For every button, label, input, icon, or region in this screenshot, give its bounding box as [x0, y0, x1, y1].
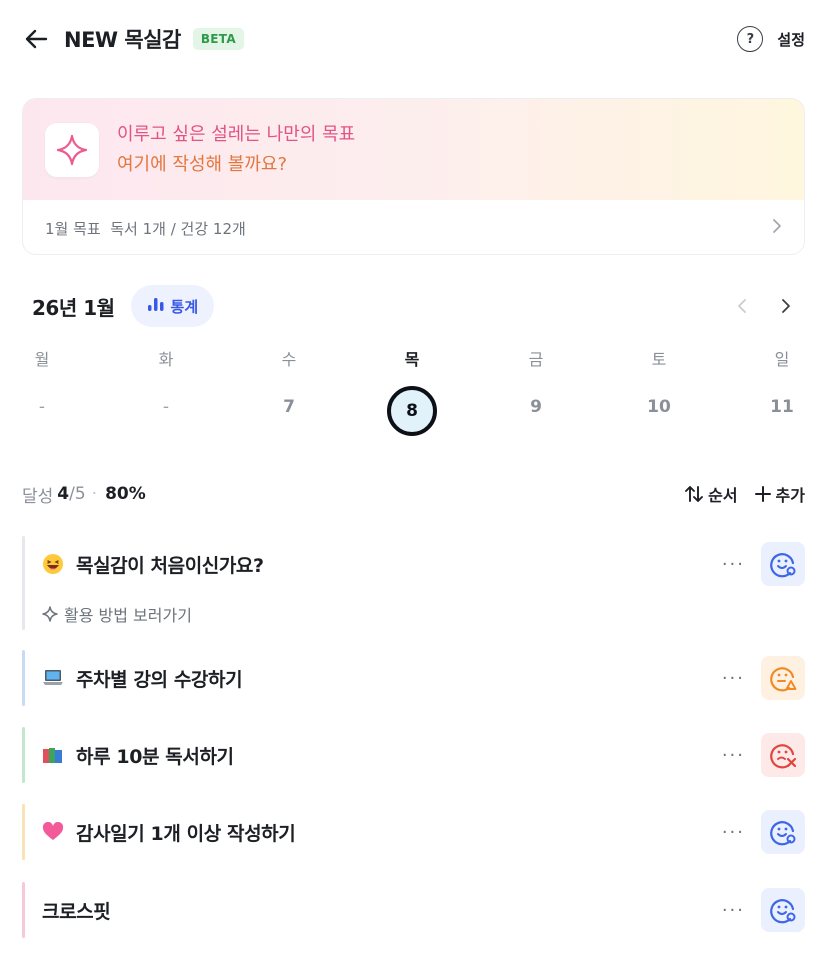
day-sat: 토 10 [629, 348, 689, 420]
page-title: NEW 목실감 [64, 28, 181, 52]
goal-prompt[interactable]: 이루고 싶은 설레는 나만의 목표 여기에 작성해 볼까요? [23, 99, 804, 200]
next-week-icon[interactable] [781, 298, 791, 314]
heart-icon [42, 821, 64, 843]
task-title: 주차별 강의 수강하기 [76, 668, 243, 691]
bar-chart-icon [147, 296, 165, 316]
day-name: 일 [774, 350, 790, 369]
day-thu: 목 8 [382, 348, 442, 436]
grinning-face-icon [42, 553, 64, 575]
plus-icon [754, 486, 771, 502]
day-number[interactable]: 11 [752, 394, 812, 420]
status-happy-icon[interactable] [761, 810, 805, 854]
day-number[interactable]: - [136, 394, 196, 420]
sort-order-button[interactable]: 순서 [684, 482, 738, 506]
today-marker[interactable]: 8 [387, 386, 437, 436]
monthly-goal-text: 1월 목표 독서 1개 / 건강 12개 [45, 219, 246, 238]
stats-button[interactable]: 통계 [130, 285, 215, 327]
goal-prompt-line1: 이루고 싶은 설레는 나만의 목표 [117, 123, 356, 145]
day-number[interactable]: 7 [259, 394, 319, 420]
task-row[interactable]: 주차별 강의 수강하기 ··· [42, 650, 805, 706]
task-color-bar [22, 804, 25, 860]
task-title: 감사일기 1개 이상 작성하기 [76, 822, 296, 845]
sort-arrows-icon [685, 486, 704, 502]
task-color-bar [22, 727, 25, 783]
achievement-label: 달성 [22, 486, 54, 507]
stats-label: 통계 [170, 297, 199, 316]
achievement-percent: 80% [105, 484, 146, 504]
task-row[interactable]: 하루 10분 독서하기 ··· [42, 727, 805, 783]
day-number[interactable]: 10 [629, 394, 689, 420]
task-item: 주차별 강의 수강하기 ··· [22, 650, 805, 706]
task-color-bar [22, 882, 25, 938]
task-color-bar [22, 536, 25, 630]
add-button[interactable]: 추가 [754, 482, 805, 506]
how-to-use-link[interactable]: 활용 방법 보러가기 [42, 602, 192, 626]
task-row[interactable]: 크로스핏 ··· [42, 882, 805, 938]
goal-card: 이루고 싶은 설레는 나만의 목표 여기에 작성해 볼까요? 1월 목표 독서 … [22, 98, 805, 255]
prev-week-icon[interactable] [737, 298, 747, 314]
task-title: 크로스핏 [42, 900, 111, 923]
sort-order-label: 순서 [708, 486, 738, 505]
task-item: 목실감이 처음이신가요? ··· 활용 방법 보러가기 [22, 536, 805, 630]
more-options-icon[interactable]: ··· [722, 668, 745, 689]
task-item: 크로스핏 ··· [22, 882, 805, 938]
more-options-icon[interactable]: ··· [722, 822, 745, 843]
top-bar: NEW 목실감 BETA ? 설정 [22, 22, 805, 56]
status-warning-icon[interactable] [761, 656, 805, 700]
day-name: 금 [528, 350, 544, 369]
achievement-row: 달성 4/5 · 80% 순서 추가 [22, 480, 805, 508]
day-number[interactable]: 9 [506, 394, 566, 420]
more-options-icon[interactable]: ··· [722, 745, 745, 766]
month-label: 26년 1월 [32, 295, 115, 320]
how-to-use-label: 활용 방법 보러가기 [64, 606, 192, 625]
day-wed: 수 7 [259, 348, 319, 420]
status-happy-icon[interactable] [761, 888, 805, 932]
help-icon[interactable]: ? [737, 26, 764, 52]
task-row[interactable]: 목실감이 처음이신가요? ··· [42, 536, 805, 592]
day-name: 수 [281, 350, 297, 369]
add-label: 추가 [775, 486, 805, 505]
goal-prompt-line2: 여기에 작성해 볼까요? [117, 153, 288, 175]
achievement-summary: 달성 4/5 · 80% [22, 482, 146, 507]
monthly-goal-summary[interactable]: 1월 목표 독서 1개 / 건강 12개 [23, 200, 804, 254]
more-options-icon[interactable]: ··· [722, 900, 745, 921]
beta-badge: BETA [192, 28, 244, 50]
day-name: 목 [404, 350, 420, 369]
status-fail-icon[interactable] [761, 733, 805, 777]
settings-button[interactable]: 설정 [777, 29, 805, 50]
sparkle-small-icon [42, 606, 58, 622]
day-name: 화 [158, 350, 174, 369]
sparkle-icon [45, 122, 99, 177]
day-name: 토 [651, 350, 667, 369]
task-title: 목실감이 처음이신가요? [76, 554, 264, 577]
day-name: 월 [34, 350, 50, 369]
task-row[interactable]: 감사일기 1개 이상 작성하기 ··· [42, 804, 805, 860]
day-number[interactable]: - [12, 394, 72, 420]
laptop-icon [42, 667, 64, 689]
chevron-right-icon [772, 218, 782, 238]
task-item: 하루 10분 독서하기 ··· [22, 727, 805, 783]
day-mon: 월 - [12, 348, 72, 420]
task-item: 감사일기 1개 이상 작성하기 ··· [22, 804, 805, 860]
day-sun: 일 11 [752, 348, 812, 420]
achievement-total: /5 [69, 484, 86, 504]
separator-dot: · [91, 484, 98, 504]
list-actions: 순서 추가 [684, 482, 805, 506]
achievement-done: 4 [57, 484, 70, 504]
month-header: 26년 1월 통계 [22, 284, 805, 328]
task-title: 하루 10분 독서하기 [76, 745, 234, 768]
back-arrow-icon[interactable] [22, 25, 50, 53]
day-tue: 화 - [136, 348, 196, 420]
day-fri: 금 9 [506, 348, 566, 420]
books-icon [42, 744, 64, 766]
header-actions: ? 설정 [737, 26, 805, 52]
more-options-icon[interactable]: ··· [722, 554, 745, 575]
status-happy-icon[interactable] [761, 542, 805, 586]
task-color-bar [22, 650, 25, 706]
